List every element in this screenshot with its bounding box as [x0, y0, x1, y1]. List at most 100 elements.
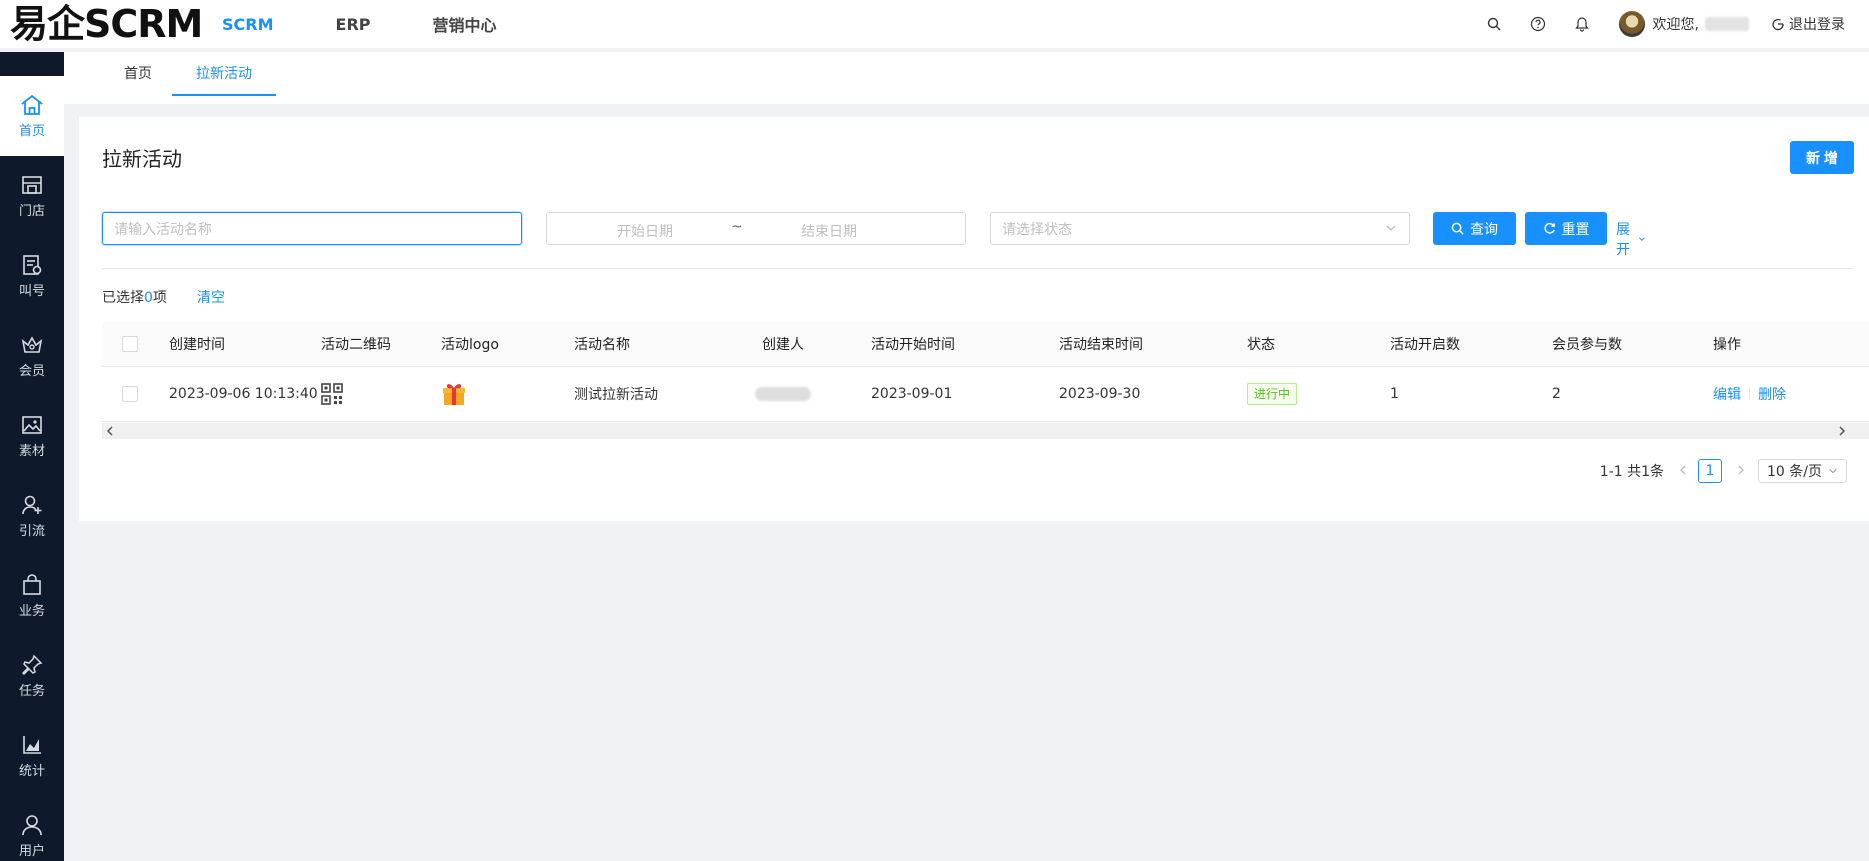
- selection-prefix: 已选择: [102, 290, 144, 306]
- col-qrcode: 活动二维码: [321, 337, 391, 353]
- page-number[interactable]: 1: [1698, 459, 1723, 483]
- sidebar-item-label: 素材: [18, 444, 45, 459]
- queue-icon: [23, 255, 42, 275]
- status-badge: 进行中: [1247, 383, 1298, 405]
- home-icon: [21, 94, 43, 115]
- chevron-down-icon: [1386, 225, 1396, 231]
- search-icon[interactable]: [1485, 15, 1503, 33]
- reset-button[interactable]: 重置: [1525, 212, 1607, 245]
- col-open-count: 活动开启数: [1390, 337, 1460, 353]
- add-button[interactable]: 新 增: [1790, 141, 1854, 174]
- pagination: 1-1 共1条 1 10 条/页: [1600, 459, 1847, 483]
- col-actions: 操作: [1713, 337, 1741, 353]
- col-end-time: 活动结束时间: [1059, 337, 1143, 353]
- username-redacted: [1705, 17, 1749, 31]
- start-date-input[interactable]: 开始日期: [617, 221, 673, 241]
- qrcode-icon[interactable]: [321, 367, 343, 421]
- tab-new-activity[interactable]: 拉新活动: [172, 52, 276, 96]
- selection-summary: 已选择0项: [102, 287, 167, 307]
- row-checkbox[interactable]: [122, 386, 138, 402]
- delete-link[interactable]: 删除: [1758, 384, 1786, 404]
- sidebar-item-queue[interactable]: 叫号: [0, 236, 64, 316]
- col-activity-name: 活动名称: [574, 337, 630, 353]
- sidebar-item-label: 首页: [18, 124, 45, 139]
- header-actions: 欢迎您, 退出登录: [1459, 0, 1845, 48]
- sidebar-item-task[interactable]: 任务: [0, 636, 64, 716]
- col-creator: 创建人: [762, 337, 804, 353]
- logout-label: 退出登录: [1789, 17, 1845, 33]
- pin-icon: [21, 654, 43, 676]
- content-card: 拉新活动 新 增 请输入活动名称 开始日期 ~ 结束日期 请选择状态 查询 重置…: [79, 117, 1869, 521]
- topnav-marketing[interactable]: 营销中心: [433, 12, 497, 36]
- page-size-label: 10 条/页: [1767, 464, 1822, 480]
- sidebar-item-label: 业务: [18, 604, 45, 619]
- sidebar-item-business[interactable]: 业务: [0, 556, 64, 636]
- expand-toggle[interactable]: 展开: [1616, 219, 1646, 259]
- col-created-time: 创建时间: [169, 337, 225, 353]
- clear-selection-link[interactable]: 清空: [197, 287, 225, 307]
- user-add-icon: [22, 495, 42, 515]
- sidebar-item-material[interactable]: 素材: [0, 396, 64, 476]
- cell-activity-name: 测试拉新活动: [574, 387, 658, 403]
- search-icon: [1451, 222, 1464, 235]
- action-separator: [1749, 388, 1750, 400]
- sidebar-item-member[interactable]: 会员: [0, 316, 64, 396]
- table-row: 2023-09-06 10:13:40 测试拉新活动 2023-09-01 20…: [102, 367, 1869, 422]
- col-status: 状态: [1247, 337, 1275, 353]
- page-size-select[interactable]: 10 条/页: [1758, 459, 1847, 483]
- sidebar-item-label: 引流: [18, 524, 45, 539]
- sidebar-item-label: 会员: [18, 364, 45, 379]
- date-range-picker[interactable]: 开始日期 ~ 结束日期: [546, 212, 966, 245]
- cell-end-time: 2023-09-30: [1059, 386, 1141, 402]
- topnav-erp[interactable]: ERP: [336, 15, 371, 34]
- bell-icon[interactable]: [1573, 15, 1591, 33]
- logout-button[interactable]: 退出登录: [1771, 14, 1845, 34]
- help-icon[interactable]: [1529, 15, 1547, 33]
- cell-created-time: 2023-09-06 10:13:40: [169, 386, 318, 402]
- sidebar-item-label: 统计: [18, 764, 45, 779]
- sidebar-top-strip: [0, 52, 64, 76]
- next-page-icon[interactable]: [1736, 463, 1746, 479]
- sidebar-item-home[interactable]: 首页: [0, 76, 64, 156]
- tab-home[interactable]: 首页: [110, 52, 166, 96]
- refresh-icon: [1543, 222, 1555, 234]
- user-icon: [22, 815, 42, 836]
- chevron-down-icon: [1829, 468, 1837, 474]
- gift-logo-icon: [441, 367, 467, 421]
- sidebar-item-label: 用户: [18, 844, 45, 859]
- store-icon: [22, 176, 42, 194]
- date-separator: ~: [731, 219, 743, 235]
- sidebar-item-stats[interactable]: 统计: [0, 716, 64, 796]
- sidebar-item-traffic[interactable]: 引流: [0, 476, 64, 556]
- query-button[interactable]: 查询: [1433, 212, 1516, 245]
- cell-start-time: 2023-09-01: [871, 386, 953, 402]
- reset-label: 重置: [1561, 221, 1590, 238]
- avatar[interactable]: [1618, 11, 1645, 37]
- status-select[interactable]: 请选择状态: [990, 212, 1410, 245]
- welcome-text: 欢迎您,: [1652, 17, 1699, 33]
- horizontal-scrollbar[interactable]: [102, 423, 1869, 439]
- scroll-left-icon[interactable]: [105, 426, 115, 436]
- creator-redacted: [755, 387, 811, 401]
- sidebar-item-label: 叫号: [18, 284, 45, 299]
- select-all-checkbox[interactable]: [122, 336, 138, 352]
- col-start-time: 活动开始时间: [871, 337, 955, 353]
- page-title: 拉新活动: [102, 147, 182, 171]
- selection-count: 0: [144, 290, 153, 306]
- end-date-input[interactable]: 结束日期: [801, 221, 857, 241]
- sidebar: 首页 门店 叫号 会员 素材 引流 业务 任务 统计 用户: [0, 52, 64, 861]
- bag-icon: [23, 574, 41, 595]
- prev-page-icon[interactable]: [1678, 463, 1688, 479]
- activity-table: 创建时间 活动二维码 活动logo 活动名称 创建人 活动开始时间 活动结束时间…: [102, 322, 1869, 439]
- divider: [102, 268, 1854, 269]
- activity-name-input[interactable]: 请输入活动名称: [102, 212, 522, 245]
- sidebar-item-label: 任务: [18, 684, 45, 699]
- edit-link[interactable]: 编辑: [1713, 384, 1741, 404]
- topnav-scrm[interactable]: SCRM: [222, 15, 274, 34]
- scroll-right-icon[interactable]: [1837, 426, 1847, 436]
- sidebar-item-store[interactable]: 门店: [0, 156, 64, 236]
- status-placeholder: 请选择状态: [1002, 221, 1072, 238]
- expand-label: 展开: [1616, 222, 1630, 258]
- sidebar-item-user[interactable]: 用户: [0, 796, 64, 861]
- chart-icon: [23, 736, 41, 754]
